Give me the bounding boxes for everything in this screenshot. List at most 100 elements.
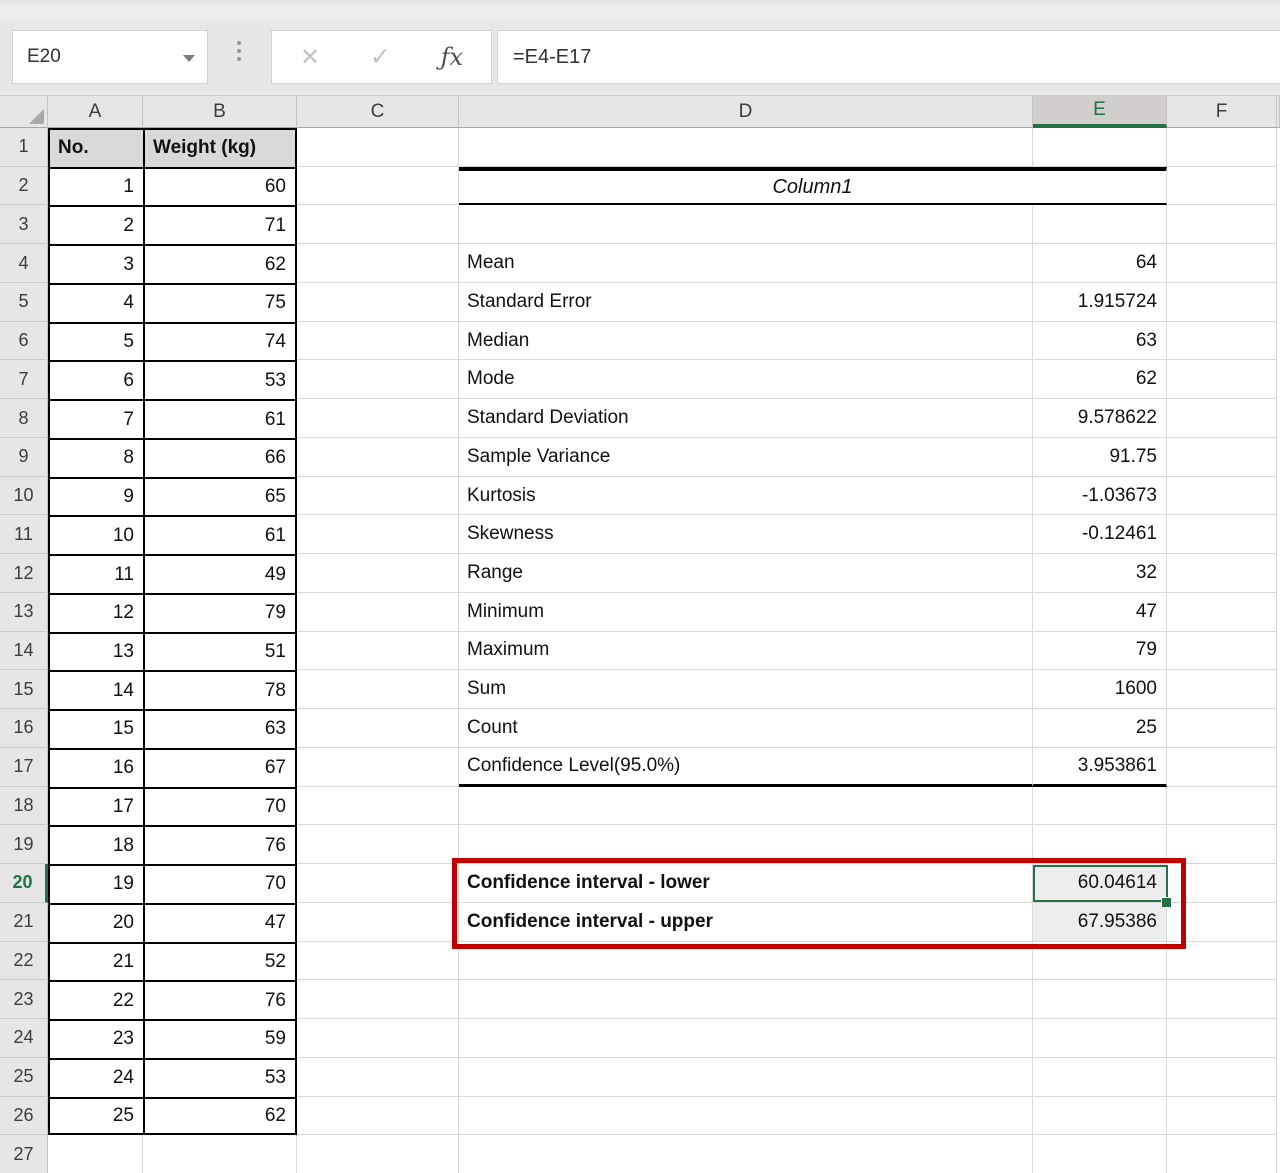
cell-E13[interactable]: 47 bbox=[1033, 593, 1167, 632]
cell-E25[interactable] bbox=[1033, 1058, 1167, 1097]
cell-B3[interactable]: 71 bbox=[143, 205, 297, 244]
row-header-13[interactable]: 13 bbox=[0, 593, 48, 632]
cell-D12[interactable]: Range bbox=[459, 554, 1033, 593]
enter-icon[interactable]: ✓ bbox=[370, 42, 391, 72]
cell-A20[interactable]: 19 bbox=[48, 864, 143, 903]
cell-B6[interactable]: 74 bbox=[143, 322, 297, 361]
cell-F2[interactable] bbox=[1167, 167, 1277, 206]
cell-D6[interactable]: Median bbox=[459, 322, 1033, 361]
cell-F27[interactable] bbox=[1167, 1135, 1277, 1173]
cell-B10[interactable]: 65 bbox=[143, 477, 297, 516]
cell-B20[interactable]: 70 bbox=[143, 864, 297, 903]
cell-E9[interactable]: 91.75 bbox=[1033, 438, 1167, 477]
row-header-24[interactable]: 24 bbox=[0, 1019, 48, 1058]
cell-F17[interactable] bbox=[1167, 748, 1277, 787]
cell-E14[interactable]: 79 bbox=[1033, 632, 1167, 671]
cell-F16[interactable] bbox=[1167, 709, 1277, 748]
cell-A13[interactable]: 12 bbox=[48, 593, 143, 632]
cell-C10[interactable] bbox=[297, 477, 459, 516]
cell-B11[interactable]: 61 bbox=[143, 515, 297, 554]
cell-F12[interactable] bbox=[1167, 554, 1277, 593]
cell-E15[interactable]: 1600 bbox=[1033, 670, 1167, 709]
cell-D3[interactable] bbox=[459, 205, 1033, 244]
cell-D27[interactable] bbox=[459, 1135, 1033, 1173]
cell-C13[interactable] bbox=[297, 593, 459, 632]
cell-A17[interactable]: 16 bbox=[48, 748, 143, 787]
cell-C17[interactable] bbox=[297, 748, 459, 787]
cell-D17[interactable]: Confidence Level(95.0%) bbox=[459, 748, 1033, 787]
cell-A18[interactable]: 17 bbox=[48, 787, 143, 826]
cell-D4[interactable]: Mean bbox=[459, 244, 1033, 283]
cell-C20[interactable] bbox=[297, 864, 459, 903]
row-header-9[interactable]: 9 bbox=[0, 438, 48, 477]
cell-C11[interactable] bbox=[297, 515, 459, 554]
cell-C4[interactable] bbox=[297, 244, 459, 283]
cell-D2-merged-title[interactable]: Column1 bbox=[459, 167, 1167, 206]
row-header-7[interactable]: 7 bbox=[0, 360, 48, 399]
cell-C15[interactable] bbox=[297, 670, 459, 709]
cell-A15[interactable]: 14 bbox=[48, 670, 143, 709]
cell-E4[interactable]: 64 bbox=[1033, 244, 1167, 283]
cell-A9[interactable]: 8 bbox=[48, 438, 143, 477]
cell-D24[interactable] bbox=[459, 1019, 1033, 1058]
cell-B12[interactable]: 49 bbox=[143, 554, 297, 593]
cell-C7[interactable] bbox=[297, 360, 459, 399]
row-header-19[interactable]: 19 bbox=[0, 825, 48, 864]
cell-B23[interactable]: 76 bbox=[143, 980, 297, 1019]
cell-D7[interactable]: Mode bbox=[459, 360, 1033, 399]
cell-F15[interactable] bbox=[1167, 670, 1277, 709]
cell-B25[interactable]: 53 bbox=[143, 1058, 297, 1097]
cell-C16[interactable] bbox=[297, 709, 459, 748]
cell-D9[interactable]: Sample Variance bbox=[459, 438, 1033, 477]
cell-C14[interactable] bbox=[297, 632, 459, 671]
cell-D16[interactable]: Count bbox=[459, 709, 1033, 748]
cell-D18[interactable] bbox=[459, 787, 1033, 826]
cell-E5[interactable]: 1.915724 bbox=[1033, 283, 1167, 322]
cell-A6[interactable]: 5 bbox=[48, 322, 143, 361]
formula-input[interactable]: =E4-E17 bbox=[497, 30, 1280, 84]
row-header-15[interactable]: 15 bbox=[0, 670, 48, 709]
cell-A16[interactable]: 15 bbox=[48, 709, 143, 748]
cell-A10[interactable]: 9 bbox=[48, 477, 143, 516]
cell-F4[interactable] bbox=[1167, 244, 1277, 283]
row-header-10[interactable]: 10 bbox=[0, 477, 48, 516]
cell-A27[interactable] bbox=[48, 1135, 143, 1173]
row-header-2[interactable]: 2 bbox=[0, 167, 48, 206]
cell-C1[interactable] bbox=[297, 128, 459, 167]
cell-A26[interactable]: 25 bbox=[48, 1097, 143, 1136]
column-header-C[interactable]: C bbox=[297, 96, 459, 128]
row-header-20[interactable]: 20 bbox=[0, 864, 48, 903]
cell-E17[interactable]: 3.953861 bbox=[1033, 748, 1167, 787]
cell-F10[interactable] bbox=[1167, 477, 1277, 516]
cell-C26[interactable] bbox=[297, 1097, 459, 1136]
row-header-17[interactable]: 17 bbox=[0, 748, 48, 787]
cell-F9[interactable] bbox=[1167, 438, 1277, 477]
cell-D25[interactable] bbox=[459, 1058, 1033, 1097]
row-header-27[interactable]: 27 bbox=[0, 1135, 48, 1173]
cell-C9[interactable] bbox=[297, 438, 459, 477]
cell-A11[interactable]: 10 bbox=[48, 515, 143, 554]
row-header-12[interactable]: 12 bbox=[0, 554, 48, 593]
name-box-dropdown-icon[interactable] bbox=[183, 55, 195, 62]
select-all-button[interactable] bbox=[0, 96, 48, 128]
cell-C24[interactable] bbox=[297, 1019, 459, 1058]
cell-B26[interactable]: 62 bbox=[143, 1097, 297, 1136]
cell-B17[interactable]: 67 bbox=[143, 748, 297, 787]
cell-F13[interactable] bbox=[1167, 593, 1277, 632]
cell-E11[interactable]: -0.12461 bbox=[1033, 515, 1167, 554]
cell-A22[interactable]: 21 bbox=[48, 942, 143, 981]
row-header-25[interactable]: 25 bbox=[0, 1058, 48, 1097]
cell-F6[interactable] bbox=[1167, 322, 1277, 361]
cell-F5[interactable] bbox=[1167, 283, 1277, 322]
cell-E18[interactable] bbox=[1033, 787, 1167, 826]
cell-E10[interactable]: -1.03673 bbox=[1033, 477, 1167, 516]
cell-C19[interactable] bbox=[297, 825, 459, 864]
cell-C3[interactable] bbox=[297, 205, 459, 244]
cell-B14[interactable]: 51 bbox=[143, 632, 297, 671]
row-header-4[interactable]: 4 bbox=[0, 244, 48, 283]
cell-A4[interactable]: 3 bbox=[48, 244, 143, 283]
cell-C27[interactable] bbox=[297, 1135, 459, 1173]
cell-D5[interactable]: Standard Error bbox=[459, 283, 1033, 322]
cell-D10[interactable]: Kurtosis bbox=[459, 477, 1033, 516]
cell-B27[interactable] bbox=[143, 1135, 297, 1173]
